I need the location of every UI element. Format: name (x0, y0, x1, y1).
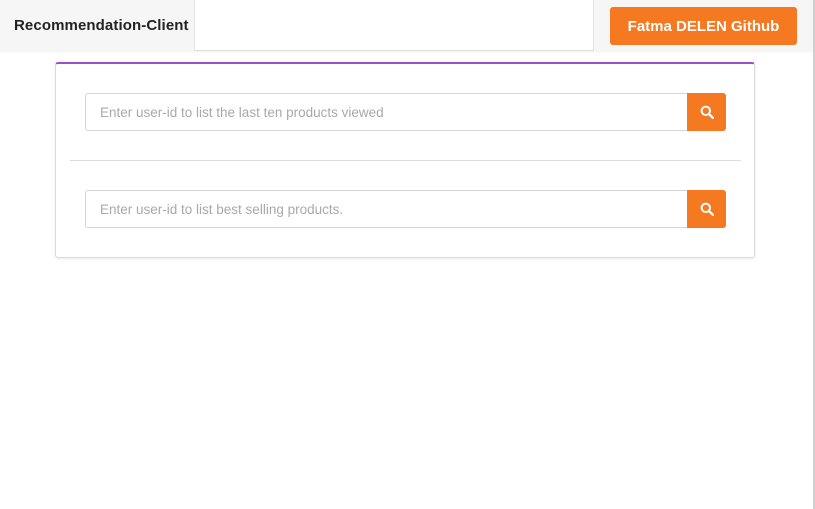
divider (70, 160, 741, 161)
search-card (55, 62, 755, 258)
brand-link[interactable]: Recommendation-Client (0, 0, 195, 51)
last-viewed-search-group (85, 93, 726, 131)
page: Recommendation-Client Fatma DELEN Github (0, 0, 815, 509)
github-button[interactable]: Fatma DELEN Github (610, 7, 797, 45)
last-viewed-search-button[interactable] (687, 93, 726, 131)
best-selling-search-group (85, 190, 726, 228)
navbar: Recommendation-Client Fatma DELEN Github (0, 0, 813, 51)
search-icon (700, 105, 714, 119)
search-icon (700, 202, 714, 216)
last-viewed-user-id-input[interactable] (85, 93, 687, 131)
best-selling-search-button[interactable] (687, 190, 726, 228)
navbar-right: Fatma DELEN Github (593, 0, 813, 51)
best-selling-user-id-input[interactable] (85, 190, 687, 228)
